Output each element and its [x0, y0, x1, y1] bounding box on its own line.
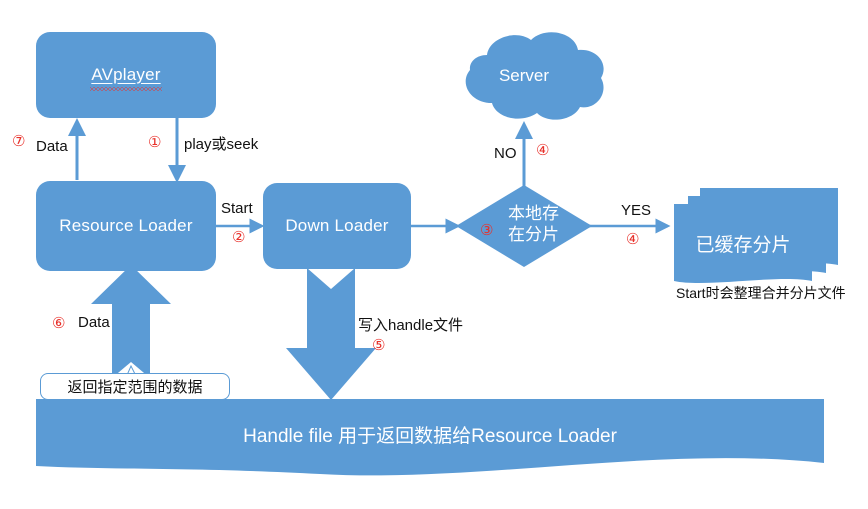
- edge-write-handle-number: ⑤: [372, 337, 386, 354]
- node-down-loader-label: Down Loader: [285, 215, 389, 235]
- node-handle-file[interactable]: Handle file 用于返回数据给Resource Loader: [36, 399, 824, 474]
- node-resource-loader-label: Resource Loader: [59, 215, 193, 235]
- decision-label-line1: 本地存: [508, 204, 559, 223]
- edge-write-handle-label: 写入handle文件: [358, 317, 464, 334]
- edge-play-seek-label: play或seek: [184, 136, 259, 153]
- node-cached-slices-label: 已缓存分片: [695, 235, 791, 256]
- edge-yes-branch-number: ④: [626, 231, 640, 248]
- edge-data-return-label: Data: [78, 314, 110, 331]
- node-decision[interactable]: ③ 本地存 在分片: [456, 185, 592, 267]
- edge-start-label: Start: [221, 200, 253, 217]
- callout-return-range[interactable]: 返回指定范围的数据: [40, 373, 230, 400]
- edge-yes-branch-label: YES: [621, 202, 652, 219]
- edge-no-branch-number: ④: [536, 142, 550, 159]
- edge-data-return-number: ⑥: [52, 315, 66, 332]
- edge-start-number: ②: [232, 229, 246, 246]
- node-avplayer-label: AVplayer: [90, 64, 162, 91]
- node-down-loader[interactable]: Down Loader: [263, 183, 411, 269]
- decision-step-number: ③: [480, 222, 494, 239]
- cached-slices-caption: Start时会整理合并分片文件: [676, 285, 846, 301]
- node-cached-slices[interactable]: 已缓存分片: [674, 204, 812, 284]
- node-server-label: Server: [498, 66, 550, 85]
- callout-return-range-label: 返回指定范围的数据: [67, 379, 203, 396]
- decision-label: 本地存 在分片: [508, 203, 559, 246]
- flowchart-canvas: AVplayer Resource Loader Down Loader Ser…: [0, 0, 868, 509]
- edge-play-seek-number: ①: [148, 134, 162, 151]
- edge-data-up-number: ⑦: [12, 133, 26, 150]
- edge-no-branch-label: NO: [494, 145, 517, 162]
- decision-label-line2: 在分片: [508, 225, 559, 245]
- edge-data-up-label: Data: [36, 138, 68, 155]
- node-avplayer[interactable]: AVplayer: [36, 32, 216, 118]
- node-handle-file-label: Handle file 用于返回数据给Resource Loader: [243, 426, 617, 447]
- node-resource-loader[interactable]: Resource Loader: [36, 181, 216, 271]
- node-server[interactable]: Server: [458, 28, 590, 128]
